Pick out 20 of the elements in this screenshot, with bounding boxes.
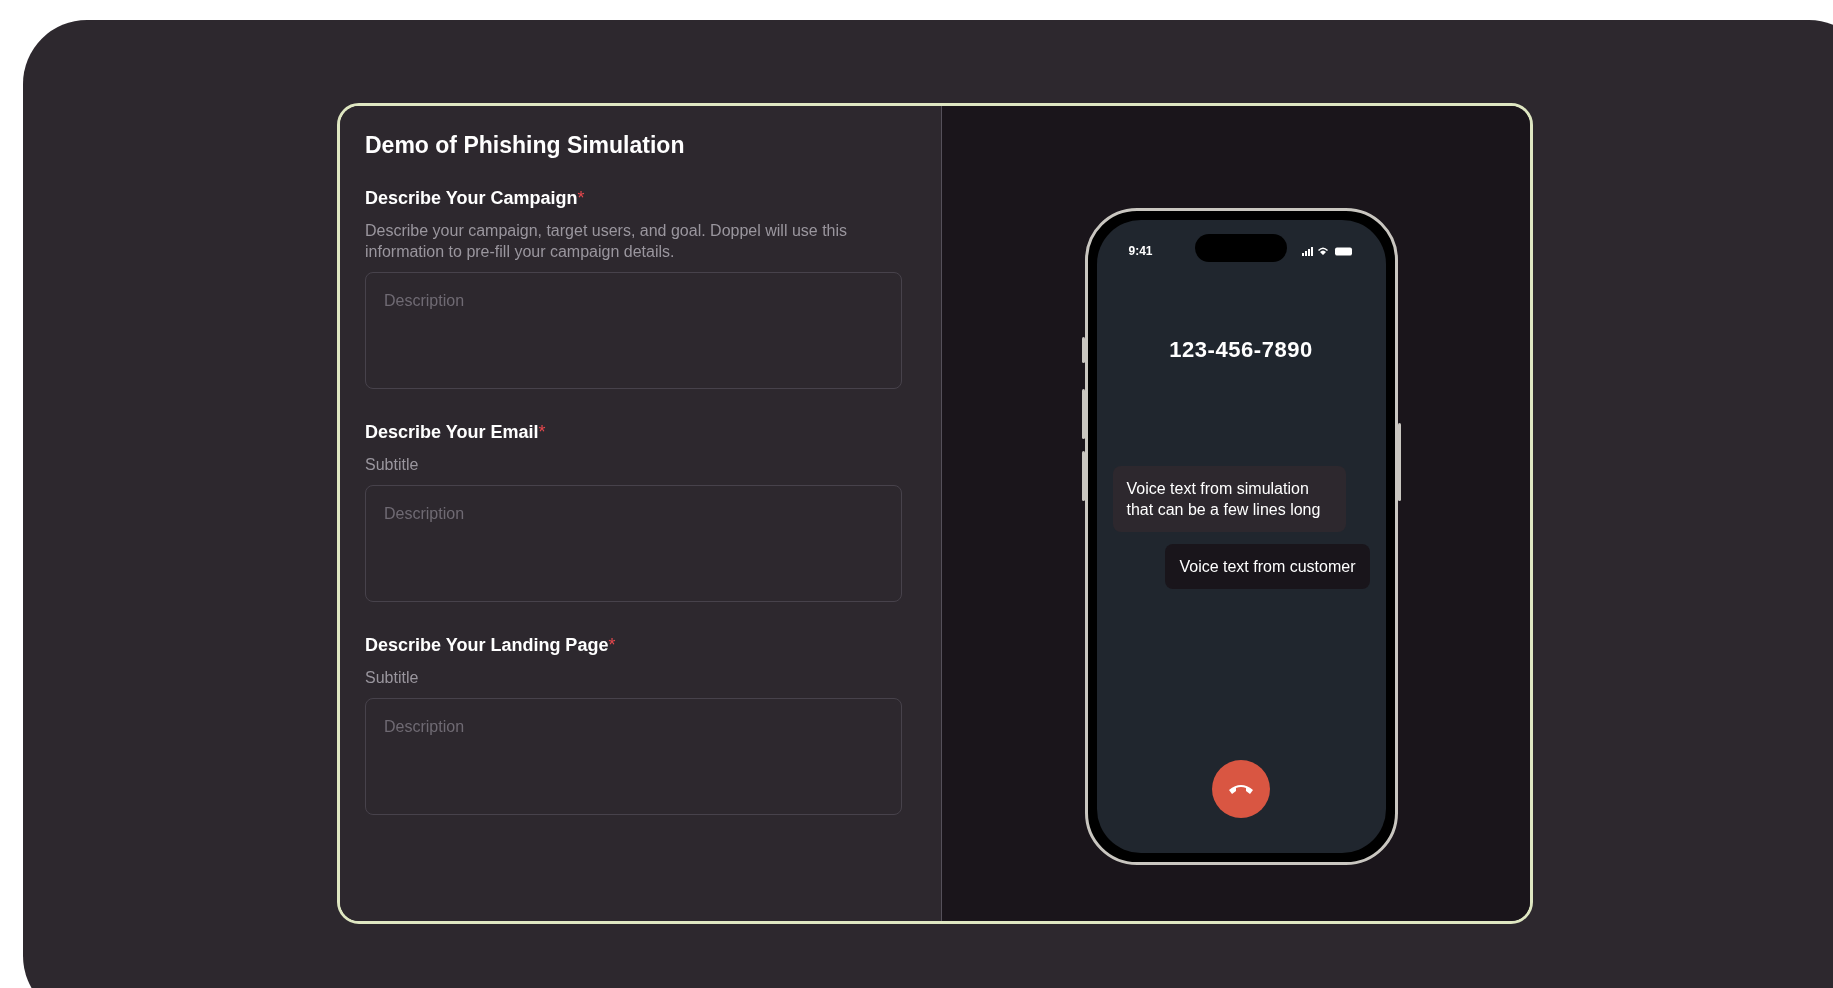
required-asterisk: * [577, 186, 585, 210]
end-call-button[interactable] [1212, 760, 1270, 818]
field-subtitle: Subtitle [365, 454, 420, 475]
status-time: 9:41 [1128, 243, 1153, 260]
description-field[interactable]: Description [365, 697, 902, 815]
status-icons [1301, 245, 1354, 257]
description-field[interactable]: Description [365, 271, 902, 389]
field-label: Describe Your Email [365, 420, 539, 444]
voice-bubble: Voice text from customer [1165, 544, 1370, 589]
field-subtitle: Subtitle [365, 667, 420, 688]
caller-number: 123-456-7890 [1168, 336, 1314, 364]
field-label: Describe Your Campaign [365, 186, 578, 210]
phone-handset-icon [1228, 783, 1254, 795]
field-label: Describe Your Landing Page [365, 633, 609, 657]
voice-bubble: Voice text from simulation that can be a few lines long [1112, 466, 1346, 532]
description-field[interactable]: Description [365, 484, 902, 602]
required-asterisk: * [538, 420, 546, 444]
form-title: Demo of Phishing Simulation [365, 131, 686, 160]
field-subtitle: Describe your campaign, target users, and goal. Doppel will use this information to pre-fill your campaign details. [365, 220, 849, 262]
required-asterisk: * [608, 633, 616, 657]
